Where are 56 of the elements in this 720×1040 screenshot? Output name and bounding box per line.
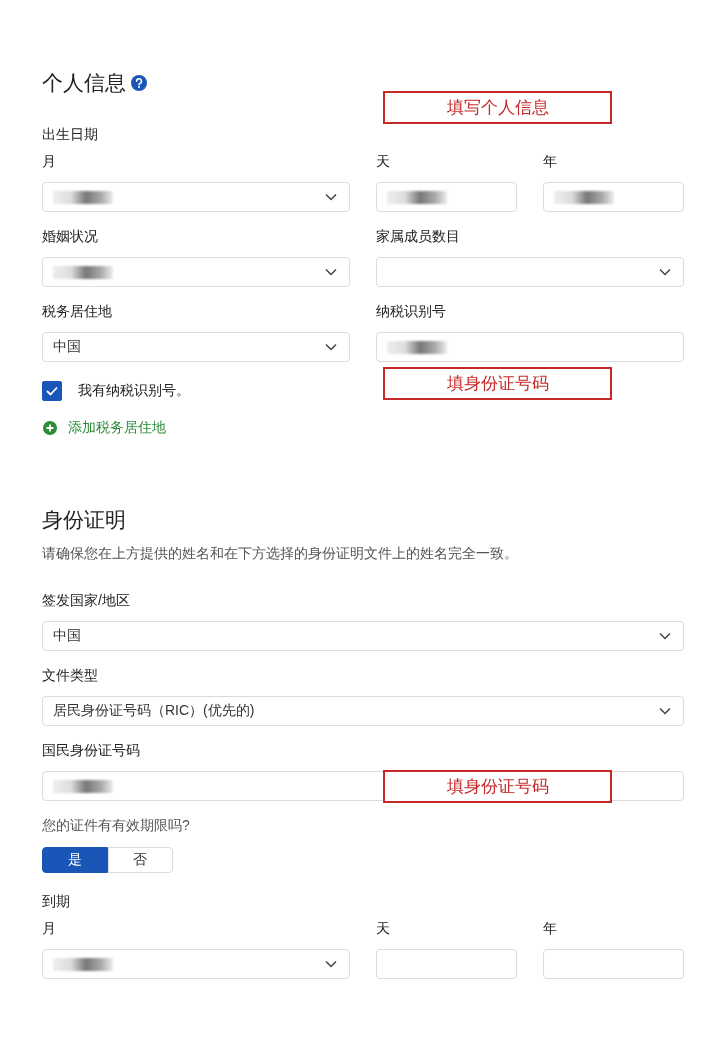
blurred-value: [53, 779, 113, 793]
question-label: 您的证件有有效期限吗?: [42, 816, 191, 835]
help-icon[interactable]: [131, 75, 147, 91]
input-field[interactable]: [376, 182, 517, 212]
blurred-value: [53, 957, 113, 971]
chevron-down-icon: [659, 707, 671, 715]
field-label: 签发国家/地区: [42, 591, 131, 610]
select-field[interactable]: [42, 182, 350, 212]
field-label: 月: [42, 152, 57, 171]
annotation-label: 填写个人信息: [383, 91, 612, 124]
input-field[interactable]: [543, 949, 684, 979]
plus-icon[interactable]: [42, 420, 58, 436]
blurred-value: [53, 265, 113, 279]
field-label: 税务居住地: [42, 302, 113, 321]
checkbox[interactable]: [42, 381, 62, 401]
checkbox-label: 我有纳税识别号。: [78, 382, 190, 400]
blurred-value: [387, 340, 447, 354]
chevron-down-icon: [325, 193, 337, 201]
field-label: 年: [543, 919, 558, 938]
select-field[interactable]: 中国: [42, 332, 350, 362]
field-label: 家属成员数目: [376, 227, 461, 246]
annotation-label: 填身份证号码: [383, 367, 612, 400]
add-link[interactable]: 添加税务居住地: [68, 419, 166, 437]
checkmark-icon: [46, 386, 58, 396]
field-label: 天: [376, 919, 391, 938]
field-label: 纳税识别号: [376, 302, 447, 321]
field-label: 年: [543, 152, 558, 171]
toggle-option[interactable]: 否: [107, 847, 173, 873]
field-label: 国民身份证号码: [42, 741, 141, 760]
chevron-down-icon: [325, 268, 337, 276]
input-field[interactable]: [376, 332, 684, 362]
input-field[interactable]: [376, 949, 517, 979]
group-label: 出生日期: [42, 125, 99, 144]
description-text: 请确保您在上方提供的姓名和在下方选择的身份证明文件上的姓名完全一致。: [42, 544, 519, 563]
field-label: 婚姻状况: [42, 227, 99, 246]
toggle-option[interactable]: 是: [42, 847, 108, 873]
select-field[interactable]: [42, 949, 350, 979]
field-label: 天: [376, 152, 391, 171]
section-title: 身份证明: [42, 507, 126, 533]
chevron-down-icon: [659, 632, 671, 640]
select-field[interactable]: 居民身份证号码（RIC）(优先的): [42, 696, 684, 726]
input-field[interactable]: [543, 182, 684, 212]
group-label: 到期: [42, 892, 71, 911]
field-label: 文件类型: [42, 666, 99, 685]
select-field[interactable]: [376, 257, 684, 287]
blurred-value: [53, 190, 113, 204]
chevron-down-icon: [325, 960, 337, 968]
select-field[interactable]: 中国: [42, 621, 684, 651]
chevron-down-icon: [325, 343, 337, 351]
blurred-value: [387, 190, 447, 204]
annotation-label: 填身份证号码: [383, 770, 612, 803]
chevron-down-icon: [659, 268, 671, 276]
select-field[interactable]: [42, 257, 350, 287]
field-label: 月: [42, 919, 57, 938]
section-title: 个人信息: [42, 70, 126, 96]
blurred-value: [554, 190, 614, 204]
